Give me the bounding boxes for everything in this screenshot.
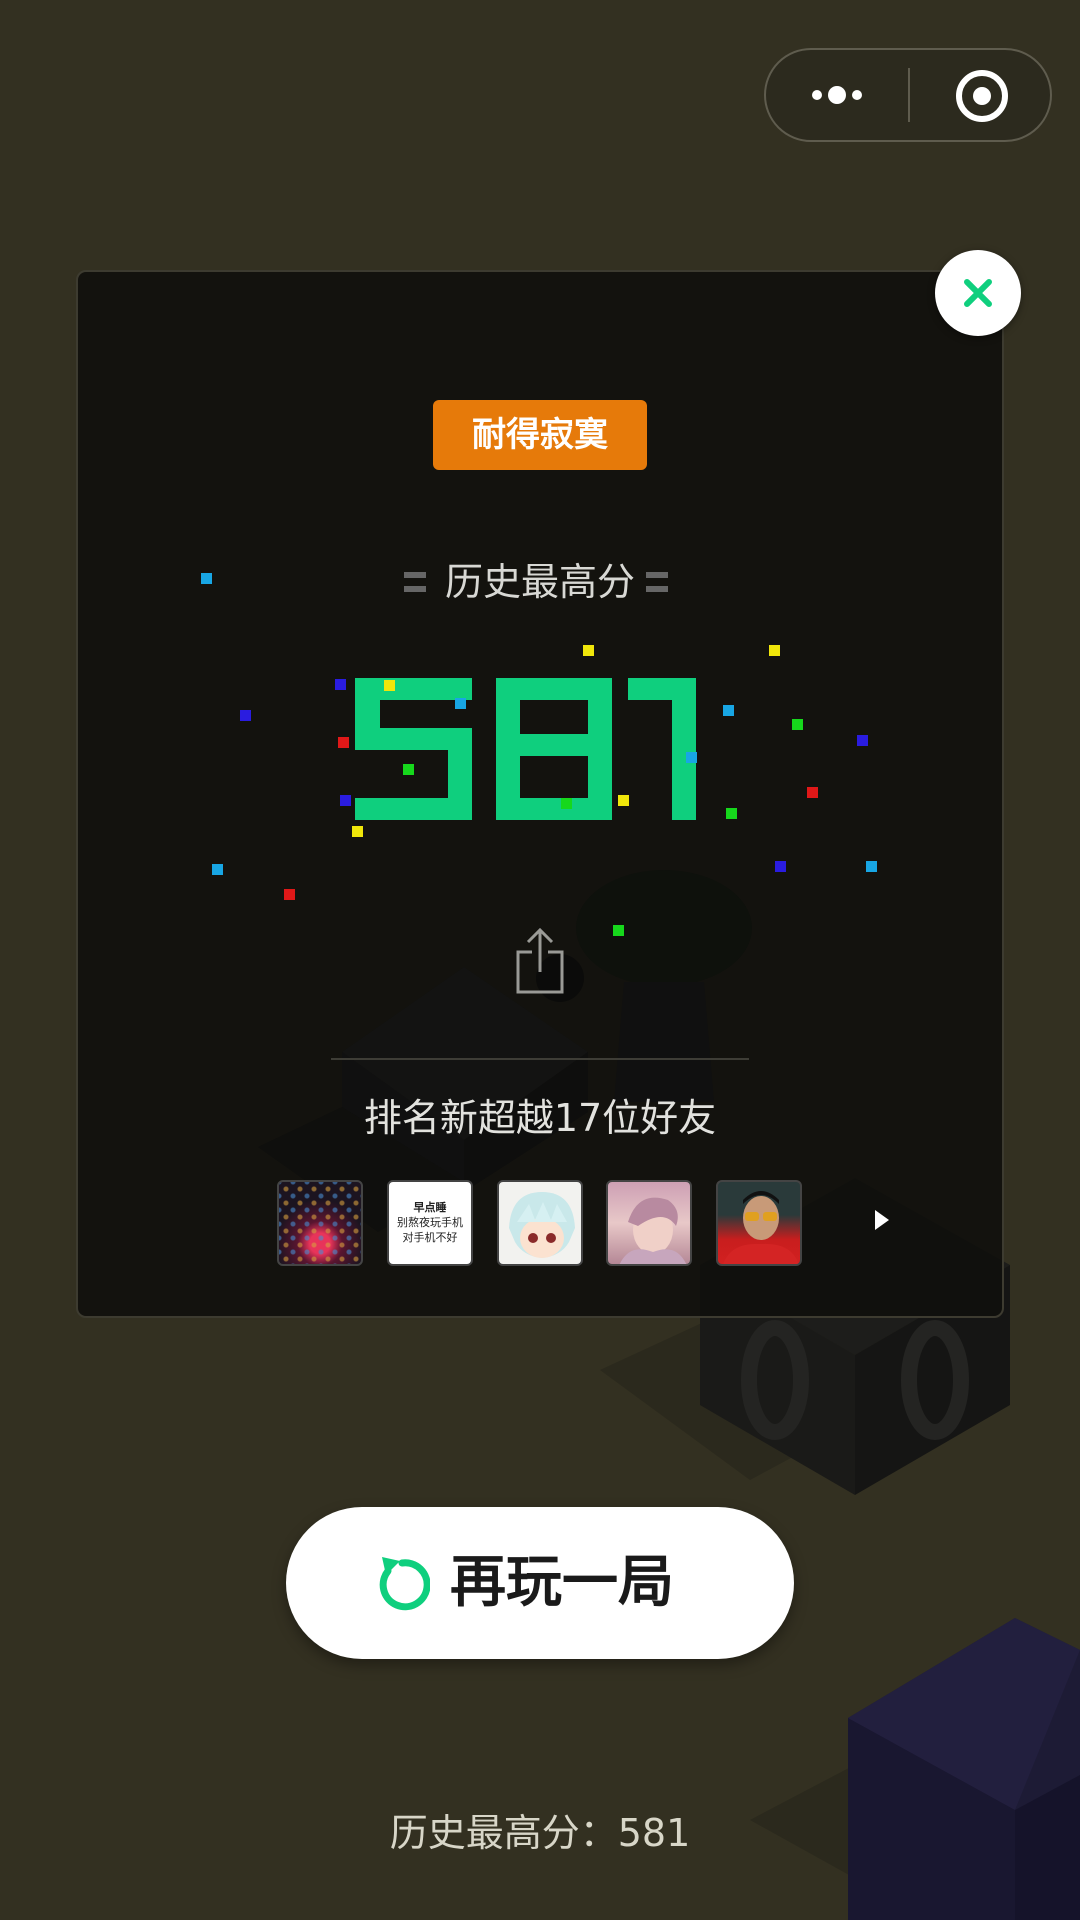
divider (331, 1058, 749, 1060)
friend-avatar-list: 早点睡 别熬夜玩手机 对手机不好 (277, 1180, 897, 1266)
replay-label: 再玩一局 (450, 1550, 674, 1615)
play-arrow-icon[interactable] (875, 1210, 889, 1230)
friend-avatar-5[interactable] (716, 1180, 802, 1266)
replay-icon (379, 1557, 430, 1611)
friend-avatar-2[interactable]: 早点睡 别熬夜玩手机 对手机不好 (387, 1180, 473, 1266)
footer-best-score: 历史最高分：581 (389, 1811, 691, 1855)
rank-summary: 排名新超越17位好友 (363, 1096, 717, 1140)
avatar-text-line: 别熬夜玩手机 (397, 1216, 463, 1229)
avatar-text-line: 对手机不好 (402, 1231, 458, 1244)
replay-button[interactable]: 再玩一局 (286, 1507, 794, 1659)
avatar-text-line: 早点睡 (413, 1201, 447, 1214)
friend-avatar-3[interactable] (497, 1180, 583, 1266)
share-icon[interactable] (514, 926, 566, 994)
friend-avatar-1[interactable] (277, 1180, 363, 1266)
friend-avatar-4[interactable] (606, 1180, 692, 1266)
